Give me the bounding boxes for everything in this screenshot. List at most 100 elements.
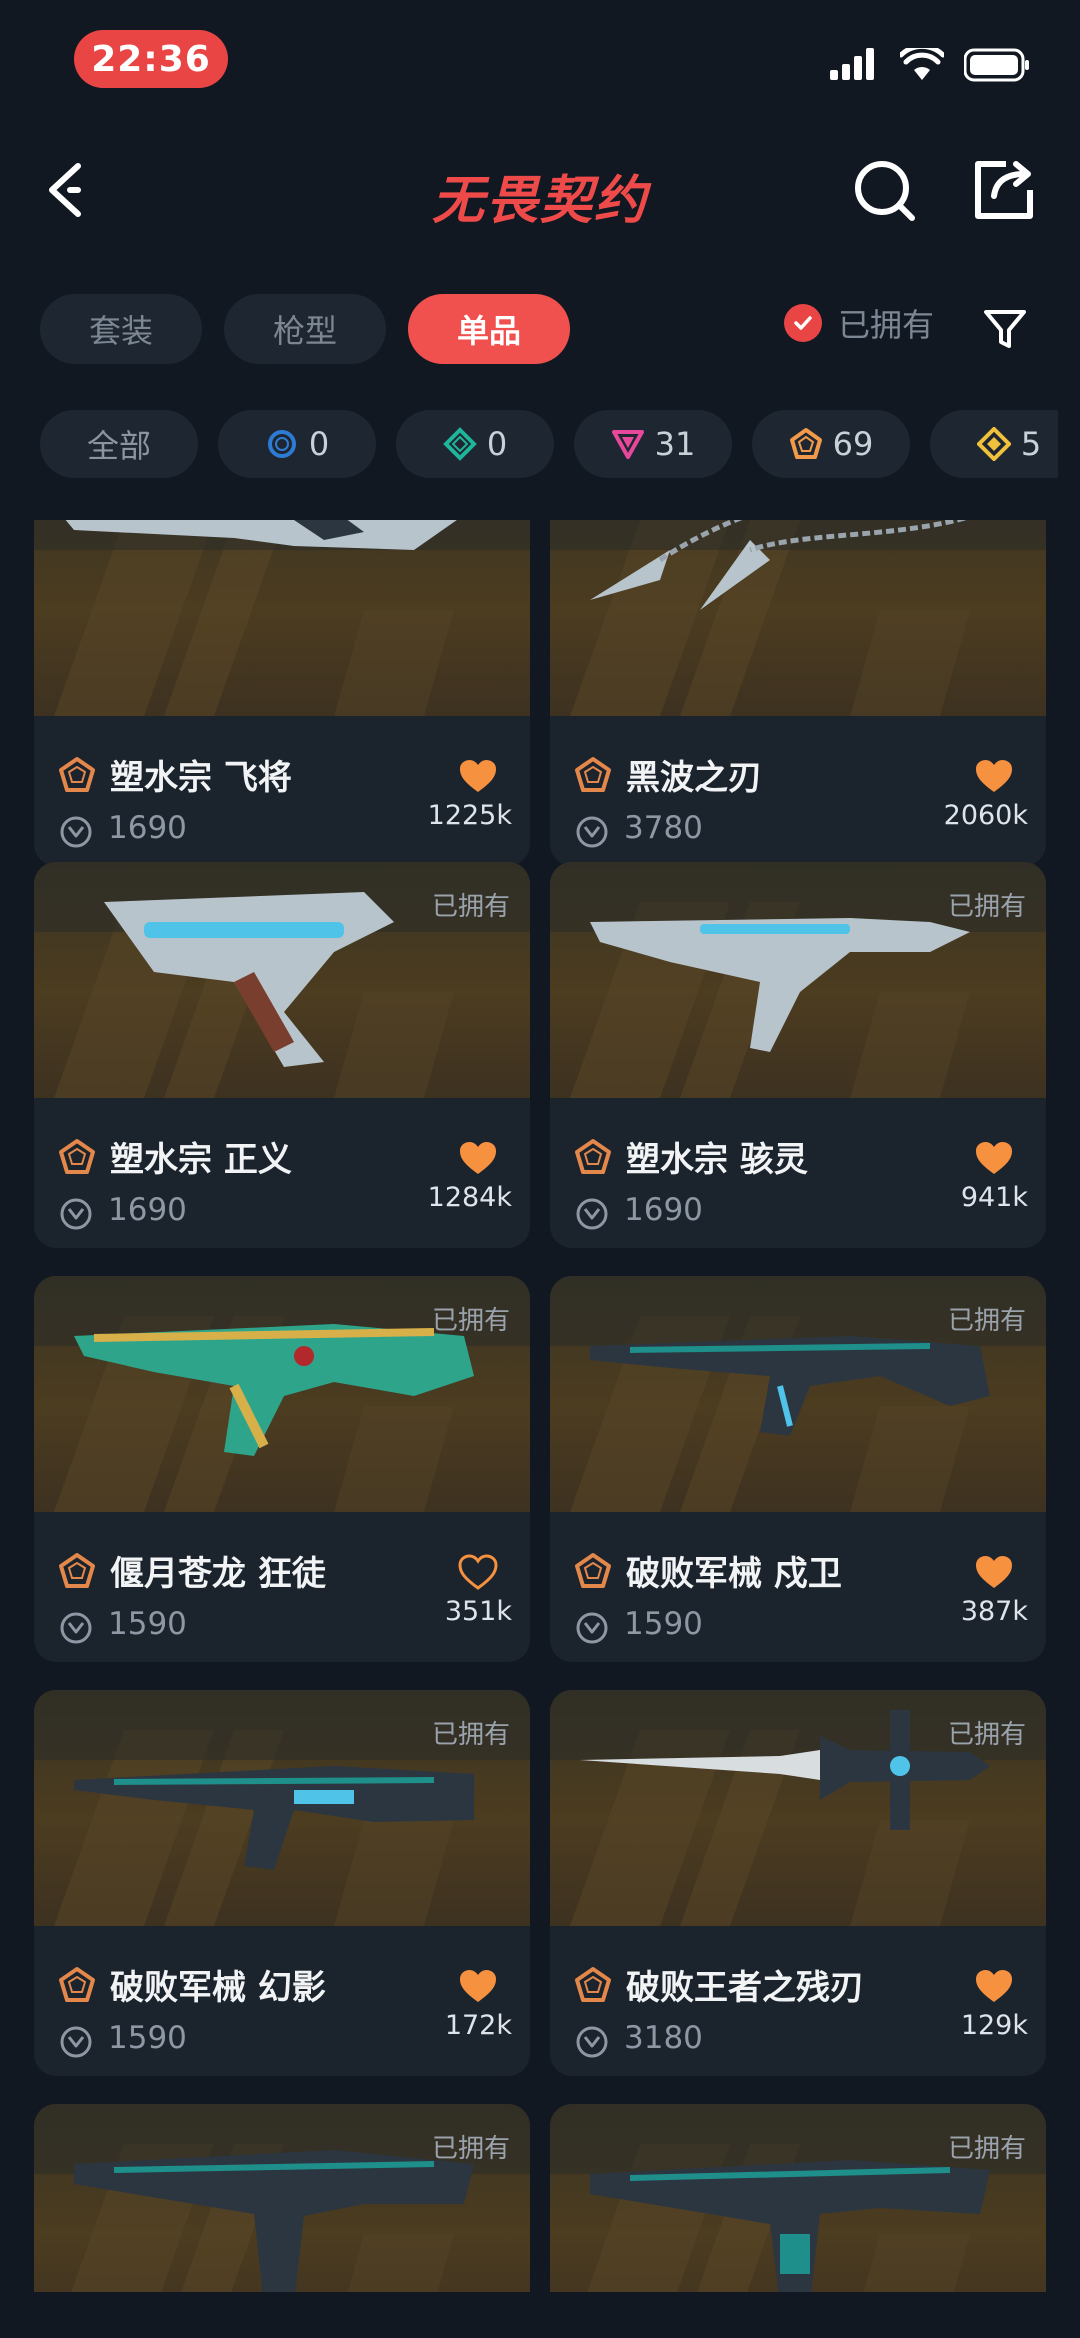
item-image: 已拥有 bbox=[550, 1276, 1046, 1512]
tier-pentagon-icon bbox=[575, 1967, 611, 2002]
like-heart-icon[interactable] bbox=[974, 1554, 1014, 1590]
rarity-count: 31 bbox=[654, 425, 696, 463]
item-card[interactable]: 已拥有 bbox=[550, 2104, 1046, 2292]
status-icons bbox=[830, 48, 1030, 82]
rarity-filter-label: 全部 bbox=[86, 427, 151, 465]
top-bar: 无畏契约 bbox=[0, 140, 1080, 240]
vp-currency-icon bbox=[576, 2026, 608, 2058]
item-card[interactable]: 已拥有 破败王者之残刃 3180 129k bbox=[550, 1690, 1046, 2076]
diamond-yellow-icon bbox=[976, 427, 1011, 461]
search-icon[interactable] bbox=[848, 152, 924, 228]
like-heart-icon[interactable] bbox=[458, 1140, 498, 1176]
item-price: 3780 bbox=[624, 810, 703, 846]
weapon-image bbox=[65, 520, 457, 550]
status-time: 22:36 bbox=[74, 30, 228, 88]
item-image: 已拥有 bbox=[550, 862, 1046, 1098]
item-image: 已拥有 bbox=[34, 862, 530, 1098]
item-price: 1690 bbox=[624, 1192, 703, 1228]
rarity-filter-triangle-pink[interactable]: 31 bbox=[574, 410, 732, 478]
item-likes: 1284k bbox=[427, 1182, 512, 1213]
item-card[interactable]: 已拥有 bbox=[34, 2104, 530, 2292]
rarity-count: 0 bbox=[486, 425, 508, 463]
vp-currency-icon bbox=[576, 1612, 608, 1644]
item-name: 塑水宗 骇灵 bbox=[626, 1140, 808, 1180]
weapon-image bbox=[590, 520, 967, 610]
item-name: 塑水宗 正义 bbox=[110, 1140, 292, 1180]
rarity-count: 69 bbox=[832, 425, 874, 463]
signal-icon bbox=[830, 48, 874, 80]
tab-single-item[interactable]: 单品 bbox=[408, 294, 570, 364]
owned-filter-label: 已拥有 bbox=[838, 306, 935, 344]
battery-icon bbox=[964, 48, 1029, 82]
item-name: 破败军械 幻影 bbox=[110, 1968, 326, 2008]
wifi-icon bbox=[900, 48, 944, 80]
item-price: 1590 bbox=[624, 1606, 703, 1642]
owned-badge: 已拥有 bbox=[947, 1306, 1026, 1336]
tier-pentagon-icon bbox=[59, 1553, 95, 1588]
item-card[interactable]: 已拥有 塑水宗 正义 1690 1284k bbox=[34, 862, 530, 1248]
item-image: 已拥有 bbox=[550, 2104, 1046, 2292]
item-likes: 351k bbox=[444, 1596, 512, 1627]
item-card[interactable]: 已拥有 塑水宗 骇灵 1690 941k bbox=[550, 862, 1046, 1248]
vp-currency-icon bbox=[60, 1198, 92, 1230]
item-image: 已拥有 bbox=[34, 1690, 530, 1926]
item-card[interactable]: 已拥有 破败军械 幻影 1590 172k bbox=[34, 1690, 530, 2076]
tier-pentagon-icon bbox=[575, 1139, 611, 1174]
status-bar: 22:36 bbox=[0, 0, 1080, 120]
item-name: 偃月苍龙 狂徒 bbox=[110, 1554, 326, 1594]
owned-badge: 已拥有 bbox=[431, 2134, 510, 2164]
rarity-filter-diamond-yellow[interactable]: 5 bbox=[930, 410, 1058, 478]
tier-pentagon-icon bbox=[575, 757, 611, 792]
tab-gun-type[interactable]: 枪型 bbox=[224, 294, 386, 364]
item-name: 塑水宗 飞将 bbox=[110, 758, 292, 798]
rarity-filter-ring-blue[interactable]: 0 bbox=[218, 410, 376, 478]
item-image: 已拥有 bbox=[550, 1690, 1046, 1926]
item-name: 破败军械 戍卫 bbox=[626, 1554, 842, 1594]
like-heart-icon[interactable] bbox=[974, 758, 1014, 794]
like-heart-icon[interactable] bbox=[458, 1968, 498, 2004]
owned-badge: 已拥有 bbox=[431, 1306, 510, 1336]
rarity-filter-all[interactable]: 全部 bbox=[40, 410, 198, 478]
item-price: 3180 bbox=[624, 2020, 703, 2056]
rarity-filter-pentagon-orange[interactable]: 69 bbox=[752, 410, 910, 478]
item-info: 塑水宗 骇灵 1690 941k bbox=[550, 1098, 1046, 1248]
check-icon bbox=[784, 304, 822, 342]
tier-pentagon-icon bbox=[59, 1967, 95, 2002]
category-tabs: 套装 枪型 单品 bbox=[40, 294, 570, 364]
like-heart-icon[interactable] bbox=[458, 1554, 498, 1590]
filter-icon[interactable] bbox=[980, 304, 1030, 354]
item-info: 破败军械 幻影 1590 172k bbox=[34, 1926, 530, 2076]
item-price: 1690 bbox=[108, 810, 187, 846]
item-image: 已拥有 bbox=[34, 2104, 530, 2292]
owned-badge: 已拥有 bbox=[947, 2134, 1026, 2164]
vp-currency-icon bbox=[60, 1612, 92, 1644]
item-likes: 387k bbox=[960, 1596, 1028, 1627]
like-heart-icon[interactable] bbox=[458, 758, 498, 794]
owned-filter-toggle[interactable]: 已拥有 bbox=[784, 300, 934, 346]
owned-badge: 已拥有 bbox=[947, 892, 1026, 922]
item-card[interactable]: 已拥有 破败军械 戍卫 1590 387k bbox=[550, 1276, 1046, 1662]
pentagon-orange-icon bbox=[789, 428, 822, 459]
vp-currency-icon bbox=[60, 816, 92, 848]
item-info: 塑水宗 飞将 1690 1225k bbox=[34, 716, 530, 866]
item-info: 黑波之刃 3780 2060k bbox=[550, 716, 1046, 866]
item-card[interactable]: 黑波之刃 3780 2060k bbox=[550, 520, 1046, 866]
like-heart-icon[interactable] bbox=[974, 1140, 1014, 1176]
triangle-pink-icon bbox=[611, 430, 644, 459]
item-image: 已拥有 bbox=[34, 1276, 530, 1512]
vp-currency-icon bbox=[576, 1198, 608, 1230]
item-likes: 1225k bbox=[427, 800, 512, 831]
item-likes: 941k bbox=[960, 1182, 1028, 1213]
vp-currency-icon bbox=[60, 2026, 92, 2058]
item-card[interactable]: 塑水宗 飞将 1690 1225k bbox=[34, 520, 530, 866]
like-heart-icon[interactable] bbox=[974, 1968, 1014, 2004]
rarity-filter-diamond-teal[interactable]: 0 bbox=[396, 410, 554, 478]
tab-set[interactable]: 套装 bbox=[40, 294, 202, 364]
rarity-count: 0 bbox=[308, 425, 330, 463]
item-info: 塑水宗 正义 1690 1284k bbox=[34, 1098, 530, 1248]
ring-blue-icon bbox=[267, 430, 296, 458]
share-icon[interactable] bbox=[966, 152, 1042, 228]
item-price: 1590 bbox=[108, 2020, 187, 2056]
item-card[interactable]: 已拥有 偃月苍龙 狂徒 1590 351k bbox=[34, 1276, 530, 1662]
tier-pentagon-icon bbox=[575, 1553, 611, 1588]
